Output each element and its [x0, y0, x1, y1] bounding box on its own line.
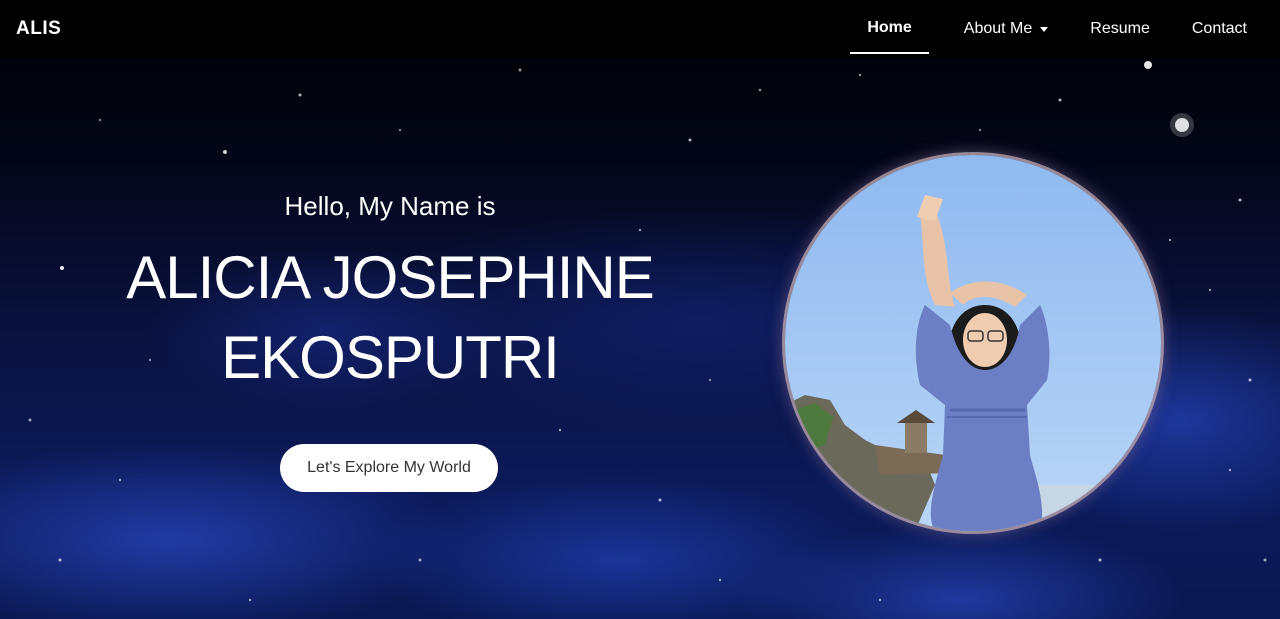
nav-item-label: Resume [1090, 20, 1150, 37]
hero-name: ALICIA JOSEPHINE EKOSPUTRI [100, 238, 680, 398]
nav-item-contact[interactable]: Contact [1175, 4, 1264, 54]
caret-down-icon [1040, 26, 1049, 32]
nav-item-label: Contact [1191, 20, 1247, 37]
top-navbar: ALIS Home About Me Resume Contact [0, 0, 1280, 58]
hero-text-block: Hello, My Name is ALICIA JOSEPHINE EKOSP… [100, 186, 680, 398]
nav-item-resume[interactable]: Resume [1073, 4, 1167, 54]
hero-page: ALIS Home About Me Resume Contact Hello,… [0, 0, 1280, 619]
hero-name-line1: ALICIA JOSEPHINE [126, 244, 655, 311]
nav-links: Home About Me Resume Contact [850, 0, 1264, 58]
hero-greeting: Hello, My Name is [284, 191, 496, 221]
hero-name-line2: EKOSPUTRI [221, 324, 560, 391]
nav-item-home[interactable]: Home [850, 4, 929, 54]
explore-button[interactable]: Let's Explore My World [280, 444, 498, 492]
brand-logo[interactable]: ALIS [16, 18, 61, 40]
profile-photo [785, 155, 1161, 531]
nav-item-label: Home [867, 19, 912, 36]
nav-item-label: About Me [963, 20, 1033, 37]
nav-item-about-me[interactable]: About Me [947, 4, 1065, 54]
